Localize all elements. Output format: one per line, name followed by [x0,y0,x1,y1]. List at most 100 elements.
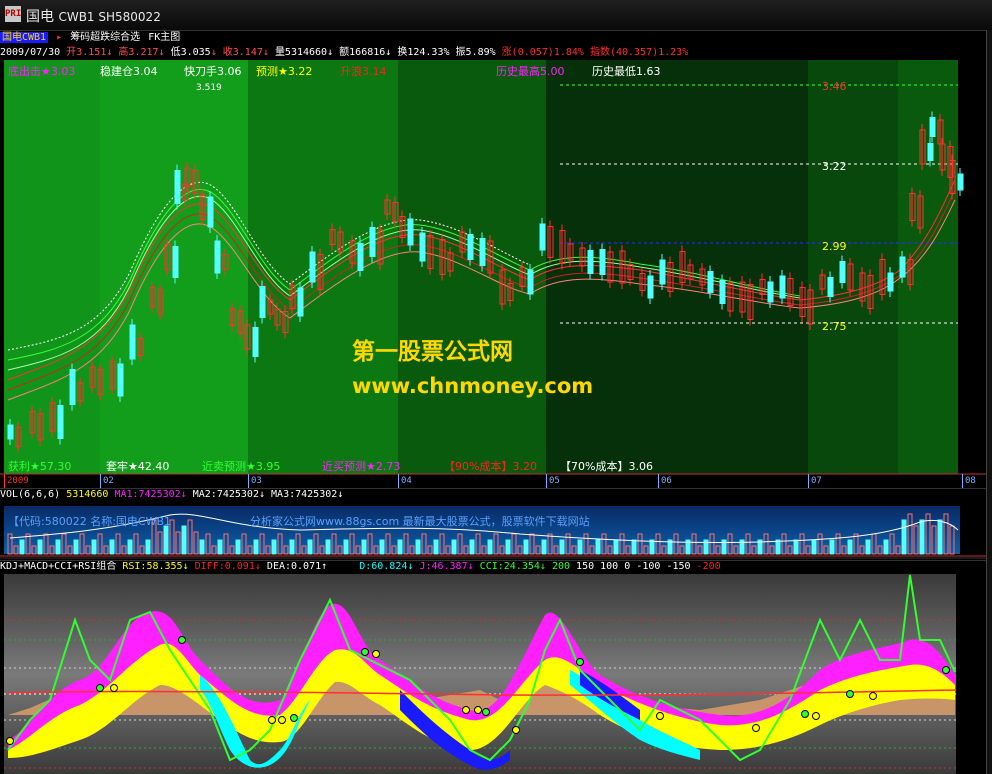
volume-bar [523,539,529,555]
volume-bar [595,539,601,555]
triangle-right-icon: ▸ [56,32,63,43]
quote-date: 2009/07/30 [0,47,61,58]
label-steady-build: 稳建仓3.04 [100,65,158,78]
arrow-up-icon: ↑ [321,561,328,572]
ind-d: D:60.824 [359,561,408,572]
chart-header: 国电CWB1 ▸ 筹码超跌综合选 FK主图 [0,30,992,45]
volume-bar [361,539,367,555]
signal-marker [482,708,490,716]
candle-body [259,286,266,318]
volume-bar [487,539,493,555]
volume-bar [325,539,331,555]
label-trapped: 套牢★42.40 [106,460,170,473]
volume-bar [37,539,43,555]
quote-index: 指数(40.357)1.23% [589,47,689,58]
arrow-down-icon: ↓ [182,561,189,572]
label-near-sell: 近卖预测★3.95 [202,460,281,473]
volume-bar [343,539,349,555]
candle-body [887,272,894,292]
candle-body [707,271,714,293]
vol-ma2: MA2:7425302 [192,489,259,500]
label-profit: 获利★57.30 [8,460,72,473]
arrow-down-icon: ↓ [467,561,474,572]
signal-marker [96,684,104,692]
indicator-panel [4,574,956,774]
quote-amount: 额166816 [339,47,386,58]
candle-body [839,261,846,283]
signal-marker [110,684,118,692]
candle-body [214,240,221,274]
label-forecast: 预测★3.22 [256,65,313,78]
candle-body [647,275,654,299]
volume-bar [379,539,385,555]
volume-bar [811,539,817,555]
candle-body [527,269,534,295]
candle-body [659,259,666,285]
axis-02: 02 [100,474,114,488]
volume-bar [901,519,907,555]
ind-dea: DEA:0.071 [266,561,322,572]
volume-bar [253,539,259,555]
signal-marker [6,737,14,745]
candle-body [407,218,414,246]
candle-body [297,287,304,317]
watermark-title: 第一股票公式网 [352,339,513,365]
vol-ma3: MA3:7425302 [271,489,338,500]
ind-name[interactable]: KDJ+MACD+CCI+RSI组合 [0,561,116,572]
candle-body [57,405,64,439]
arrow-down-icon: ↓ [407,561,414,572]
ind-l0: 0 [624,561,631,572]
time-axis: 2009 02 03 04 05 06 07 08 [0,474,992,488]
signal-marker [361,648,369,656]
label-cost90: 【90%成本】3.20 [444,460,537,473]
volume-bar [19,539,25,555]
indicator-header: KDJ+MACD+CCI+RSI组合 RSI:58.355↓ DIFF:0.09… [0,560,992,574]
candle-body [929,117,936,137]
axis-05: 05 [546,474,560,488]
candle-body [172,246,179,278]
label-bottom-strike: 底出击★3.03 [8,65,76,78]
ind-lm200: -200 [696,561,721,572]
volume-bar [397,539,403,555]
volume-bar [307,539,313,555]
stock-symbol: CWB1 SH580022 [58,10,161,24]
right-scroll-strip[interactable] [986,30,992,774]
ind-cci: CCI:24.354 [479,561,540,572]
arrow-down-icon: ↓ [337,489,344,500]
candle-body [357,243,364,271]
signal-marker [801,710,809,718]
axis-06: 06 [658,474,672,488]
volume-bar [559,539,565,555]
level-3-22: 3.22 [822,160,847,173]
volume-bar [55,539,61,555]
ind-lm150: -150 [666,561,691,572]
volume-bar [163,525,169,555]
formula-name[interactable]: 筹码超跌综合选 [70,32,140,43]
vol-value: 5314660 [66,489,109,500]
volume-bar [469,539,475,555]
axis-03: 03 [248,474,262,488]
candle-body [957,173,964,191]
ind-l200: 200 [551,561,571,572]
candle-body [587,250,594,274]
volume-bar [127,539,133,555]
mode-label[interactable]: FK主图 [148,32,180,43]
candle-body [419,232,426,262]
separator [0,488,992,489]
ind-j: J:46.387 [419,561,468,572]
ind-l100: 100 [600,561,619,572]
arrow-down-icon: ↓ [262,47,269,58]
volume-bar [451,539,457,555]
security-name[interactable]: 国电CWB1 [0,32,49,43]
volume-bar [829,539,835,555]
volume-bar [109,539,115,555]
volume-bar [847,539,853,555]
arrow-down-icon: ↓ [180,489,187,500]
signal-marker [268,716,276,724]
arrow-down-icon: ↓ [539,561,546,572]
volume-bar [613,539,619,555]
volume-bar [433,539,439,555]
candle-body [467,234,474,260]
vol-label[interactable]: VOL(6,6,6) [0,489,60,500]
arrow-down-icon: ↓ [158,47,165,58]
